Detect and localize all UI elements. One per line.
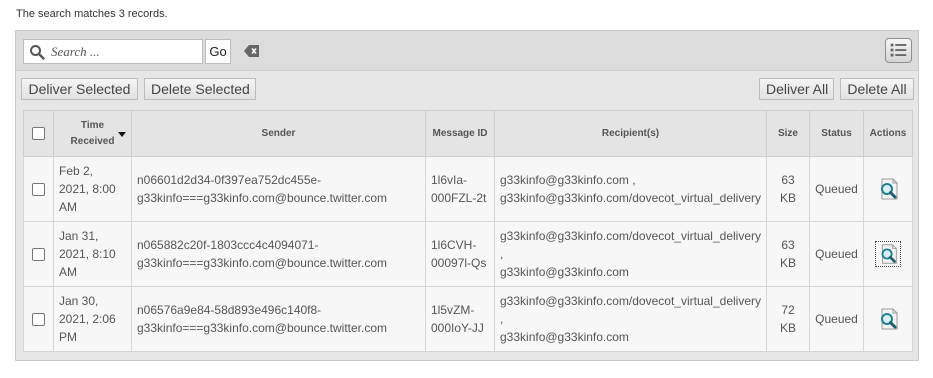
sender-line: g33kinfo===g33kinfo.com@bounce.twitter.c… — [137, 321, 387, 335]
recipients-cell: g33kinfo@g33kinfo.com/dovecot_virtual_de… — [494, 221, 767, 287]
column-header-size[interactable]: Size — [766, 110, 810, 157]
recipient-line: g33kinfo@g33kinfo.com — [500, 330, 629, 344]
column-header-sender[interactable]: Sender — [131, 110, 426, 157]
search-icon — [30, 45, 45, 60]
sender-line: g33kinfo===g33kinfo.com@bounce.twitter.c… — [137, 256, 387, 270]
view-message-icon[interactable] — [875, 306, 901, 332]
recipient-line: g33kinfo@g33kinfo.com — [500, 265, 629, 279]
sender-line: n06576a9e84-58d893e496c140f8- — [137, 303, 322, 317]
actions-cell — [863, 156, 913, 222]
actions-cell — [863, 286, 913, 352]
recipient-line: , — [500, 312, 504, 326]
column-header-actions: Actions — [863, 110, 913, 157]
sender-line: n06601d2d34-0f397ea752dc455e- — [137, 173, 322, 187]
recipient-line: g33kinfo@g33kinfo.com , — [500, 173, 636, 187]
row-select-cell — [23, 286, 54, 352]
column-header-recipients[interactable]: Recipient(s) — [494, 110, 767, 157]
column-header-time-received[interactable]: Time Received — [53, 110, 132, 157]
message-id-line: 1l6CVH- — [431, 238, 477, 252]
time-line: 2021, 2:06 — [59, 312, 116, 326]
view-message-icon[interactable] — [875, 176, 901, 202]
sender-cell: n065882c20f-1803ccc4c4094071- g33kinfo==… — [131, 221, 426, 287]
size-cell: 63 KB — [766, 221, 810, 287]
column-header-status[interactable]: Status — [809, 110, 864, 157]
recipients-cell: g33kinfo@g33kinfo.com , g33kinfo@g33kinf… — [494, 156, 767, 222]
select-all-header — [23, 110, 54, 157]
select-all-checkbox[interactable] — [32, 127, 45, 140]
row-checkbox[interactable] — [32, 183, 45, 197]
time-line: 2021, 8:10 — [59, 247, 116, 261]
message-id-line: 1l5vZM- — [431, 303, 475, 317]
size-cell: 63 KB — [766, 156, 810, 222]
time-line: Jan 31, — [59, 229, 99, 243]
actions-cell — [863, 221, 913, 287]
view-message-icon[interactable] — [875, 241, 901, 267]
recipients-cell: g33kinfo@g33kinfo.com/dovecot_virtual_de… — [494, 286, 767, 352]
sort-desc-icon — [118, 132, 126, 137]
status-cell: Queued — [809, 221, 864, 287]
queue-panel: Go Deliver Selected Delete Selected Deli… — [15, 30, 919, 361]
search-box[interactable] — [23, 39, 203, 64]
status-cell: Queued — [809, 156, 864, 222]
deliver-selected-button[interactable]: Deliver Selected — [21, 78, 138, 100]
table-row: Jan 30, 2021, 2:06 PM n06576a9e84-58d893… — [23, 286, 913, 352]
time-line: Jan 30, — [59, 294, 99, 308]
recipient-line: g33kinfo@g33kinfo.com/dovecot_virtual_de… — [500, 294, 761, 308]
search-summary: The search matches 3 records. — [16, 8, 168, 20]
sender-cell: n06601d2d34-0f397ea752dc455e- g33kinfo==… — [131, 156, 426, 222]
message-id-line: 000IoY-JJ — [431, 321, 484, 335]
message-id-cell: 1l5vZM- 000IoY-JJ — [425, 286, 495, 352]
column-header-time-line2: Received — [70, 135, 115, 147]
go-button[interactable]: Go — [205, 39, 231, 64]
time-line: AM — [59, 200, 77, 214]
time-line: 2021, 8:00 — [59, 182, 116, 196]
table-row: Feb 2, 2021, 8:00 AM n06601d2d34-0f397ea… — [23, 156, 913, 222]
sender-line: g33kinfo===g33kinfo.com@bounce.twitter.c… — [137, 191, 387, 205]
time-line: PM — [59, 330, 77, 344]
queue-table: Time Received Sender Message ID Recipien… — [23, 110, 913, 352]
delete-selected-button[interactable]: Delete Selected — [144, 78, 256, 100]
row-checkbox[interactable] — [32, 313, 45, 327]
size-cell: 72 KB — [766, 286, 810, 352]
message-id-cell: 1l6CVH- 00097l-Qs — [425, 221, 495, 287]
table-row: Jan 31, 2021, 8:10 AM n065882c20f-1803cc… — [23, 221, 913, 287]
recipient-line: , — [500, 247, 504, 261]
status-cell: Queued — [809, 286, 864, 352]
search-input[interactable] — [49, 42, 199, 61]
row-select-cell — [23, 156, 54, 222]
recipient-line: g33kinfo@g33kinfo.com/dovecot_virtual_de… — [500, 229, 761, 243]
time-line: AM — [59, 265, 77, 279]
sender-cell: n06576a9e84-58d893e496c140f8- g33kinfo==… — [131, 286, 426, 352]
column-header-time-line1: Time — [80, 119, 105, 131]
sender-line: n065882c20f-1803ccc4c4094071- — [137, 238, 319, 252]
recipient-line: g33kinfo@g33kinfo.com/dovecot_virtual_de… — [500, 191, 761, 205]
delete-all-button[interactable]: Delete All — [840, 78, 914, 100]
message-id-line: 1l6vIa- — [431, 173, 468, 187]
time-received-cell: Jan 31, 2021, 8:10 AM — [53, 221, 132, 287]
row-select-cell — [23, 221, 54, 287]
clear-search-icon[interactable] — [244, 44, 260, 58]
message-id-line: 000FZL-2t — [431, 191, 487, 205]
time-received-cell: Jan 30, 2021, 2:06 PM — [53, 286, 132, 352]
list-view-icon[interactable] — [885, 38, 912, 63]
table-header-row: Time Received Sender Message ID Recipien… — [23, 110, 913, 157]
time-line: Feb 2, — [59, 164, 94, 178]
message-id-cell: 1l6vIa- 000FZL-2t — [425, 156, 495, 222]
message-id-line: 00097l-Qs — [431, 256, 487, 270]
deliver-all-button[interactable]: Deliver All — [759, 78, 834, 100]
time-received-cell: Feb 2, 2021, 8:00 AM — [53, 156, 132, 222]
search-toolbar: Go — [16, 31, 918, 71]
row-checkbox[interactable] — [32, 248, 45, 262]
column-header-message-id[interactable]: Message ID — [425, 110, 495, 157]
